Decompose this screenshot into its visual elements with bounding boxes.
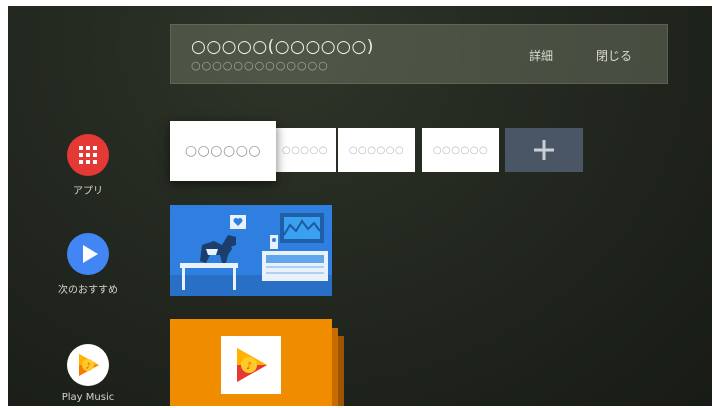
sidebar-item-label: Play Music (61, 392, 115, 403)
details-button[interactable]: 詳細 (529, 47, 553, 64)
play-music-icon: ♪ (67, 344, 109, 386)
sidebar-item-apps[interactable]: アプリ (48, 134, 128, 197)
app-tile-focused[interactable]: ○○○○○○ (170, 121, 276, 181)
notification-title: ○○○○○(○○○○○○) (191, 37, 374, 57)
app-tile[interactable]: ○○○○○ (270, 128, 336, 172)
notification-banner: ○○○○○(○○○○○○) ○○○○○○○○○○○○○ 詳細 閉じる (170, 24, 668, 84)
sidebar-item-label: 次のおすすめ (58, 285, 118, 296)
tv-home-screen: ○○○○○(○○○○○○) ○○○○○○○○○○○○○ 詳細 閉じる アプリ 次… (8, 6, 712, 406)
sidebar-item-recommendations[interactable]: 次のおすすめ (48, 233, 128, 296)
recommendation-illustration (170, 205, 332, 296)
app-tile[interactable]: ○○○○○○ (338, 128, 415, 172)
notification-subtitle: ○○○○○○○○○○○○○ (191, 59, 329, 72)
svg-text:♪: ♪ (246, 361, 252, 372)
play-icon (67, 233, 109, 275)
apps-grid-icon (67, 134, 109, 176)
plus-icon (534, 140, 554, 160)
play-music-logo-icon: ♪ (221, 336, 281, 394)
recommendation-card[interactable] (170, 205, 332, 296)
sidebar-item-label: アプリ (73, 186, 103, 197)
svg-text:♪: ♪ (85, 362, 90, 371)
close-button[interactable]: 閉じる (596, 47, 632, 64)
app-tile[interactable]: ○○○○○○ (422, 128, 499, 172)
sidebar-item-play-music[interactable]: ♪ Play Music (48, 344, 128, 403)
add-app-button[interactable] (505, 128, 583, 172)
play-music-card[interactable]: ♪ (170, 319, 332, 406)
